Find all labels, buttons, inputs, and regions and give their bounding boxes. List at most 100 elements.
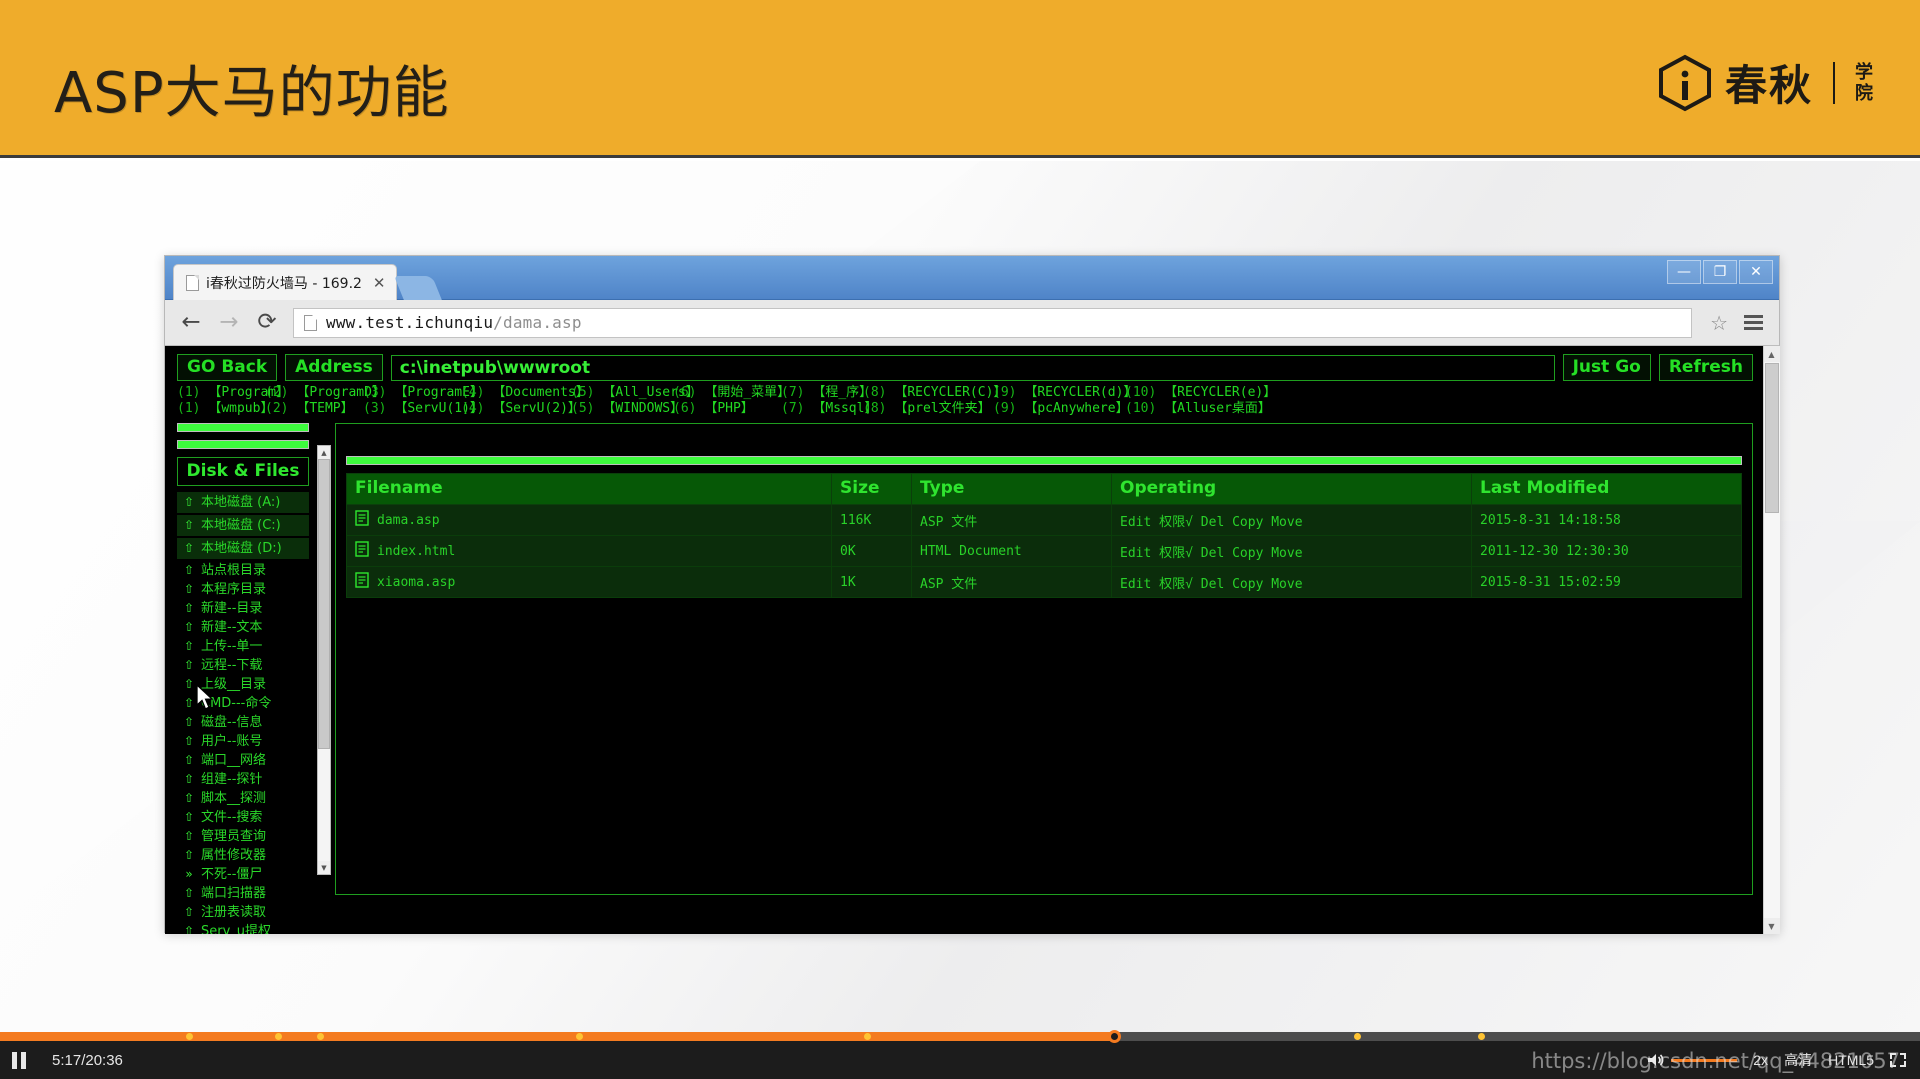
sidebar-item[interactable]: ⇧ 属性修改器 bbox=[177, 846, 309, 865]
sidebar-item[interactable]: ⇧ 端口__网络 bbox=[177, 751, 309, 770]
sidebar-item[interactable]: ⇧ 用户--账号 bbox=[177, 732, 309, 751]
scroll-track[interactable] bbox=[318, 459, 330, 861]
filename-text[interactable]: xiaoma.asp bbox=[377, 575, 455, 590]
bookmark-star-icon[interactable]: ☆ bbox=[1710, 311, 1728, 335]
scroll-track[interactable] bbox=[1763, 362, 1780, 918]
quick-link-item[interactable]: (5) 【All_Users】 bbox=[571, 385, 699, 401]
pause-icon[interactable] bbox=[12, 1051, 26, 1069]
column-header-operating[interactable]: Operating bbox=[1111, 473, 1472, 505]
go-back-button[interactable]: GO Back bbox=[177, 354, 278, 381]
quick-link-item[interactable]: (4) 【ServU(2)】 bbox=[461, 401, 581, 417]
sidebar-item[interactable]: ⇧ Serv_u提权 bbox=[177, 922, 309, 934]
sidebar-item[interactable]: ⇧ 本地磁盘 (C:) bbox=[177, 515, 309, 536]
quick-link-item[interactable]: (2) 【ProgramD】 bbox=[265, 385, 385, 401]
filename-text[interactable]: dama.asp bbox=[377, 513, 440, 528]
quick-link-item[interactable]: (1) 【Program】 bbox=[177, 385, 289, 401]
chapter-marker[interactable] bbox=[274, 1033, 282, 1040]
cell-operating[interactable]: Edit 权限√ Del Copy Move bbox=[1111, 535, 1472, 567]
quick-link-label[interactable]: 【RECYCLER(e)】 bbox=[1164, 385, 1276, 400]
column-header-last-modified[interactable]: Last Modified bbox=[1471, 473, 1742, 505]
sidebar-item[interactable]: ⇧ 本地磁盘 (A:) bbox=[177, 492, 309, 513]
just-go-button[interactable]: Just Go bbox=[1562, 354, 1651, 381]
sidebar-item[interactable]: ⇧ 新建--目录 bbox=[177, 599, 309, 618]
quick-link-label[interactable]: 【pcAnywhere】 bbox=[1024, 401, 1128, 416]
cell-operating[interactable]: Edit 权限√ Del Copy Move bbox=[1111, 566, 1472, 598]
page-scrollbar[interactable]: ▲ ▼ bbox=[1763, 346, 1780, 934]
quick-link-item[interactable]: (6) 【PHP】 bbox=[673, 401, 781, 417]
quick-link-label[interactable]: 【RECYCLER(d)】 bbox=[1024, 385, 1136, 400]
scroll-thumb[interactable] bbox=[318, 459, 330, 749]
fullscreen-icon[interactable] bbox=[1890, 1053, 1906, 1067]
close-icon[interactable]: ✕ bbox=[373, 274, 386, 292]
sidebar-item[interactable]: » 不死--僵尸 bbox=[177, 865, 309, 884]
quick-link-item[interactable]: (3) 【ServU(1)】 bbox=[363, 401, 483, 417]
table-row[interactable]: index.html 0K HTML Document Edit 权限√ Del Co… bbox=[346, 535, 1742, 567]
sidebar-item[interactable]: ⇧ 注册表读取 bbox=[177, 903, 309, 922]
address-label-button[interactable]: Address bbox=[285, 354, 383, 381]
volume-icon[interactable] bbox=[1647, 1052, 1738, 1068]
forward-icon[interactable]: → bbox=[217, 311, 241, 334]
sidebar-item[interactable]: ⇧ 站点根目录 bbox=[177, 561, 309, 580]
quick-link-label[interactable]: 【開始_菜單】 bbox=[704, 385, 790, 400]
quick-link-label[interactable]: 【PHP】 bbox=[704, 401, 753, 416]
refresh-button[interactable]: Refresh bbox=[1658, 354, 1753, 381]
reload-icon[interactable]: ⟳ bbox=[255, 311, 279, 334]
column-header-filename[interactable]: Filename bbox=[346, 473, 832, 505]
sidebar-item[interactable]: ⇧ 管理员查询 bbox=[177, 827, 309, 846]
scroll-down-icon[interactable]: ▼ bbox=[318, 861, 330, 874]
sidebar-item[interactable]: ⇧ 端口扫描器 bbox=[177, 884, 309, 903]
sidebar-item[interactable]: ⇧ 上传--单一 bbox=[177, 637, 309, 656]
quick-link-item[interactable]: (9) 【pcAnywhere】 bbox=[993, 401, 1129, 417]
new-tab-button[interactable] bbox=[393, 276, 442, 300]
path-input[interactable]: c:\inetpub\wwwroot bbox=[390, 354, 1555, 381]
playhead-handle[interactable] bbox=[1107, 1030, 1121, 1043]
cell-filename[interactable]: xiaoma.asp bbox=[346, 566, 832, 598]
quick-link-item[interactable]: (3) 【ProgramE】 bbox=[363, 385, 483, 401]
back-icon[interactable]: ← bbox=[179, 311, 203, 334]
table-row[interactable]: dama.asp 116K ASP 文件 Edit 权限√ Del Copy Move… bbox=[346, 504, 1742, 536]
quick-link-item[interactable]: (8) 【prel文件夹】 bbox=[863, 401, 993, 417]
quick-link-item[interactable]: (6) 【開始_菜單】 bbox=[673, 385, 790, 401]
minimize-icon[interactable]: — bbox=[1667, 260, 1701, 284]
quick-link-label[interactable]: 【ServU(2)】 bbox=[492, 401, 581, 416]
chapter-marker[interactable] bbox=[576, 1033, 583, 1040]
quick-link-item[interactable]: (7) 【Mssql】 bbox=[781, 401, 877, 417]
quick-link-item[interactable]: (5) 【WINDOWS】 bbox=[571, 401, 683, 417]
menu-icon[interactable] bbox=[1742, 313, 1765, 332]
quick-link-label[interactable]: 【TEMP】 bbox=[296, 401, 353, 416]
quick-link-label[interactable]: 【WINDOWS】 bbox=[602, 401, 683, 416]
quick-link-item[interactable]: (1) 【wmpub】 bbox=[177, 401, 273, 417]
scroll-thumb[interactable] bbox=[1764, 363, 1779, 513]
quick-link-label[interactable]: 【Alluser桌面】 bbox=[1164, 401, 1271, 416]
sidebar-item[interactable]: ⇧ 本程序目录 bbox=[177, 580, 309, 599]
quick-link-item[interactable]: (10) 【Alluser桌面】 bbox=[1125, 401, 1271, 417]
sidebar-item[interactable]: ⇧ 磁盘--信息 bbox=[177, 713, 309, 732]
quick-link-item[interactable]: (2) 【TEMP】 bbox=[265, 401, 363, 417]
quality-button[interactable]: 高清 bbox=[1784, 1050, 1812, 1070]
sidebar-item[interactable]: ⇧ 脚本__探测 bbox=[177, 789, 309, 808]
player-type-button[interactable]: HTML5 bbox=[1828, 1052, 1874, 1068]
chapter-marker[interactable] bbox=[1353, 1033, 1361, 1040]
restore-icon[interactable]: ❐ bbox=[1703, 260, 1737, 284]
sidebar-scrollbar[interactable]: ▲ ▼ bbox=[317, 445, 331, 875]
chapter-marker[interactable] bbox=[864, 1033, 871, 1040]
scroll-down-icon[interactable]: ▼ bbox=[1763, 918, 1780, 934]
sidebar-item[interactable]: ⇧ 本地磁盘 (D:) bbox=[177, 538, 309, 559]
cell-operating[interactable]: Edit 权限√ Del Copy Move bbox=[1111, 504, 1472, 536]
close-icon[interactable]: ✕ bbox=[1739, 260, 1773, 284]
table-row[interactable]: xiaoma.asp 1K ASP 文件 Edit 权限√ Del Copy Move… bbox=[346, 566, 1742, 598]
sidebar-item[interactable]: ⇧ 文件--搜索 bbox=[177, 808, 309, 827]
quick-link-label[interactable]: 【wmpub】 bbox=[208, 401, 273, 416]
filename-text[interactable]: index.html bbox=[377, 544, 455, 559]
quick-link-label[interactable]: 【prel文件夹】 bbox=[894, 401, 990, 416]
sidebar-item[interactable]: ⇧ 远程--下载 bbox=[177, 656, 309, 675]
address-bar[interactable]: www.test.ichunqiu/dama.asp bbox=[293, 307, 1693, 338]
quick-link-label[interactable]: 【RECYCLER(C)】 bbox=[894, 385, 1006, 400]
sidebar-item[interactable]: ⇧ 组建--探针 bbox=[177, 770, 309, 789]
scroll-up-icon[interactable]: ▲ bbox=[1763, 346, 1780, 362]
quick-link-item[interactable]: (9) 【RECYCLER(d)】 bbox=[993, 385, 1136, 401]
cell-filename[interactable]: index.html bbox=[346, 535, 832, 567]
playback-speed-button[interactable]: 2x bbox=[1753, 1052, 1768, 1068]
quick-link-item[interactable]: (10) 【RECYCLER(e)】 bbox=[1125, 385, 1276, 401]
quick-link-item[interactable]: (7) 【程_序】 bbox=[781, 385, 872, 401]
